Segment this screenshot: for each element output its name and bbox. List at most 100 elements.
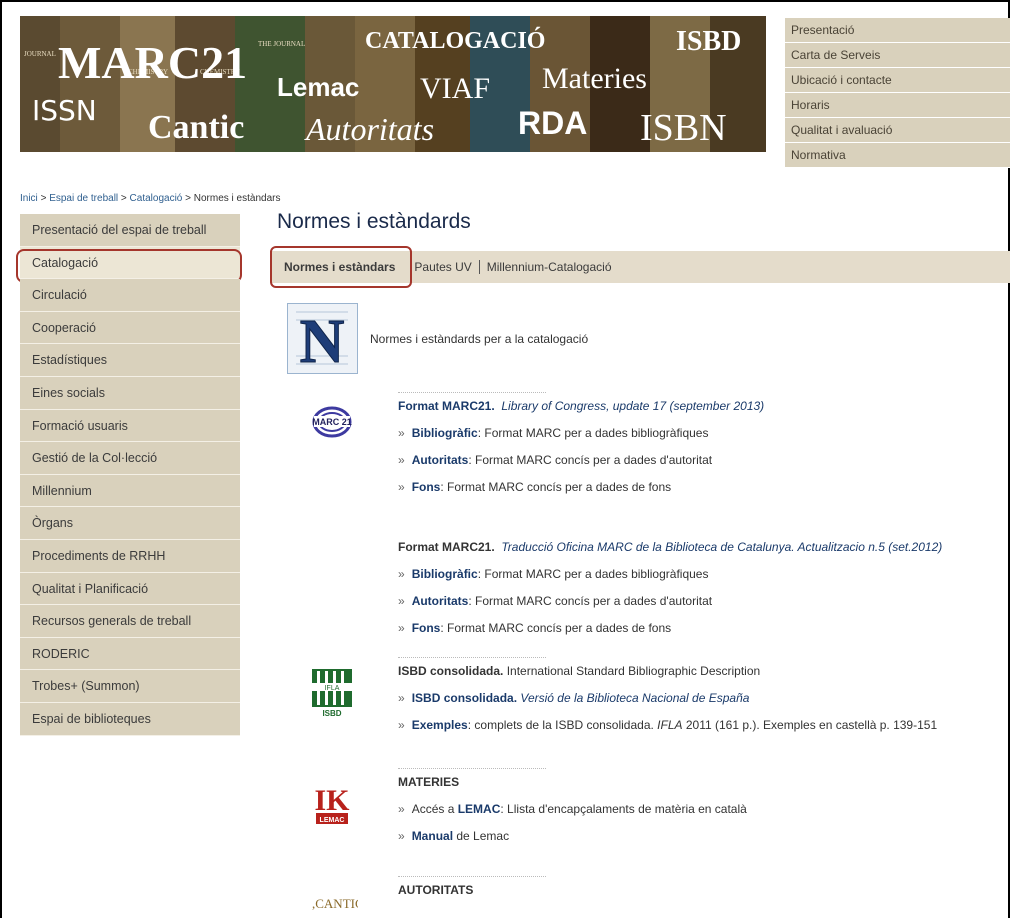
link-autoritats[interactable]: Autoritats <box>412 594 469 608</box>
sidebar-item-rrhh[interactable]: Procediments de RRHH <box>20 539 240 573</box>
svg-text:,CANTIC,: ,CANTIC, <box>312 896 358 911</box>
list-item-text: 2011 (161 p.). Exemples en castellà p. 1… <box>682 718 938 732</box>
divider <box>398 768 546 769</box>
section-title: Format MARC21. <box>398 399 495 413</box>
section-heading: Format MARC21. Library of Congress, upda… <box>398 399 1008 413</box>
list-item: » Fons: Format MARC concís per a dades de… <box>398 621 1008 635</box>
banner-word-isbd: ISBD <box>676 26 741 57</box>
banner-word-rda: RDA <box>518 105 587 141</box>
top-nav-carta-serveis[interactable]: Carta de Serveis <box>785 43 1010 68</box>
svg-text:ISBD: ISBD <box>322 709 341 717</box>
breadcrumb-catalogacio[interactable]: Catalogació <box>130 193 183 204</box>
svg-text:MARC 21: MARC 21 <box>312 417 352 427</box>
link-bibliografic[interactable]: Bibliogràfic <box>412 567 478 581</box>
list-item-text: Accés a <box>411 802 458 816</box>
sidebar-item-organs[interactable]: Òrgans <box>20 507 240 540</box>
tab-millennium[interactable]: Millennium-Catalogació <box>480 260 619 274</box>
sidebar-item-roderic[interactable]: RODERIC <box>20 637 240 671</box>
section-heading: MATERIES <box>398 775 1008 789</box>
top-nav-qualitat[interactable]: Qualitat i avaluació <box>785 118 1010 143</box>
top-nav-normativa[interactable]: Normativa <box>785 143 1010 168</box>
list-item: » Bibliogràfic: Format MARC per a dades b… <box>398 426 1008 440</box>
header-banner[interactable]: JOURNAL CHEMISTRY THE JOURNAL CHEMISTRY … <box>20 16 766 152</box>
section-subtitle: International Standard Bibliographic Des… <box>506 664 761 678</box>
sidebar-item-recursos[interactable]: Recursos generals de treball <box>20 605 240 638</box>
breadcrumb-sep: > <box>118 193 130 204</box>
breadcrumb-inici[interactable]: Inici <box>20 193 38 204</box>
breadcrumb-espai[interactable]: Espai de treball <box>49 193 118 204</box>
list-item-text: Versió de la Biblioteca Nacional de Espa… <box>520 691 750 705</box>
list-item-text: : Format MARC concís per a dades d'autor… <box>468 594 713 608</box>
section-heading: ISBD consolidada. International Standard… <box>398 664 1008 678</box>
link-fons[interactable]: Fons <box>412 621 441 635</box>
list-item-text: IFLA <box>657 718 683 732</box>
divider <box>398 657 546 658</box>
sidebar: Presentació del espai de treball Catalog… <box>16 214 242 736</box>
bullet-icon: » <box>398 691 405 705</box>
bullet-icon: » <box>398 453 405 467</box>
banner-word-viaf: VIAF <box>420 72 490 105</box>
banner-word-marc21: MARC21 <box>58 37 247 88</box>
link-bibliografic[interactable]: Bibliogràfic <box>412 426 478 440</box>
sidebar-item-trobes[interactable]: Trobes+ (Summon) <box>20 670 240 703</box>
link-autoritats[interactable]: Autoritats <box>412 453 469 467</box>
list-item-text: : Format MARC per a dades bibliogràfique… <box>477 567 709 581</box>
list-item-text: : Format MARC per a dades bibliogràfique… <box>477 426 709 440</box>
link-isbd-consolidada[interactable]: ISBD consolidada. <box>412 691 517 705</box>
banner-word-issn: ISSN <box>32 94 97 127</box>
banner-word-materies: Materies <box>542 62 647 95</box>
intro: N Normes i estàndards per a la catalogac… <box>287 303 589 377</box>
sidebar-item-presentacio[interactable]: Presentació del espai de treball <box>20 214 240 247</box>
list-item-text: : Format MARC concís per a dades d'autor… <box>468 453 713 467</box>
list-item-text: : complets de la ISBD consolidada. <box>467 718 658 732</box>
link-manual[interactable]: Manual <box>412 829 453 843</box>
section-subtitle: Library of Congress, update 17 (septembe… <box>501 399 765 413</box>
breadcrumb-sep: > <box>37 193 50 204</box>
section-title: MATERIES <box>398 775 460 789</box>
top-nav-horaris[interactable]: Horaris <box>785 93 1010 118</box>
lemac-logo-icon: IK LEMAC <box>312 780 352 824</box>
breadcrumb-sep: > <box>182 193 194 204</box>
sidebar-item-gestio[interactable]: Gestió de la Col·lecció <box>20 442 240 475</box>
svg-text:LEMAC: LEMAC <box>320 817 345 824</box>
sidebar-item-qualitat[interactable]: Qualitat i Planificació <box>20 572 240 606</box>
section-title: ISBD consolidada. <box>398 664 504 678</box>
top-nav-presentacio[interactable]: Presentació <box>785 18 1010 43</box>
bullet-icon: » <box>398 567 405 581</box>
bullet-icon: » <box>398 829 405 843</box>
tab-bar: Normes i estàndars Pautes UV Millennium-… <box>270 246 1010 288</box>
list-item: » Bibliogràfic: Format MARC per a dades b… <box>398 567 1008 581</box>
sidebar-item-formacio[interactable]: Formació usuaris <box>20 409 240 443</box>
section-title: Format MARC21. <box>398 540 495 554</box>
link-fons[interactable]: Fons <box>412 480 441 494</box>
banner-word-cantic: Cantic <box>148 109 244 146</box>
sidebar-item-espai-biblioteques[interactable]: Espai de biblioteques <box>20 702 240 736</box>
tab-pautes-uv[interactable]: Pautes UV <box>407 260 480 274</box>
link-lemac[interactable]: LEMAC <box>458 802 501 816</box>
page-title: Normes i estàndards <box>277 210 471 233</box>
sidebar-item-eines-socials[interactable]: Eines socials <box>20 376 240 410</box>
intro-text: Normes i estàndards per a la catalogació <box>370 331 589 346</box>
sidebar-item-millennium[interactable]: Millennium <box>20 474 240 508</box>
breadcrumb: Inici > Espai de treball > Catalogació >… <box>20 193 280 204</box>
banner-word-isbn: ISBN <box>640 107 727 149</box>
list-item: » Manual de Lemac <box>398 829 1008 843</box>
sidebar-item-estadistiques[interactable]: Estadístiques <box>20 344 240 377</box>
bullet-icon: » <box>398 480 405 494</box>
list-item: » Autoritats: Format MARC concís per a da… <box>398 453 1008 467</box>
banner-word-lemac: Lemac <box>277 72 359 102</box>
section-heading: Format MARC21. Traducció Oficina MARC de… <box>398 540 1008 554</box>
svg-text:JOURNAL: JOURNAL <box>24 50 56 58</box>
bullet-icon: » <box>398 594 405 608</box>
divider <box>398 392 546 393</box>
top-nav-ubicacio[interactable]: Ubicació i contacte <box>785 68 1010 93</box>
list-item: » ISBD consolidada. Versió de la Bibliote… <box>398 691 1008 705</box>
sidebar-item-catalogacio[interactable]: Catalogació <box>16 246 242 283</box>
sidebar-item-cooperacio[interactable]: Cooperació <box>20 311 240 345</box>
svg-text:IK: IK <box>314 784 350 817</box>
sidebar-item-circulacio[interactable]: Circulació <box>20 279 240 312</box>
tab-normes[interactable]: Normes i estàndars <box>270 246 413 288</box>
link-exemples[interactable]: Exemples <box>412 718 468 732</box>
banner-image: JOURNAL CHEMISTRY THE JOURNAL CHEMISTRY … <box>20 16 766 152</box>
section-title: AUTORITATS <box>398 883 474 897</box>
